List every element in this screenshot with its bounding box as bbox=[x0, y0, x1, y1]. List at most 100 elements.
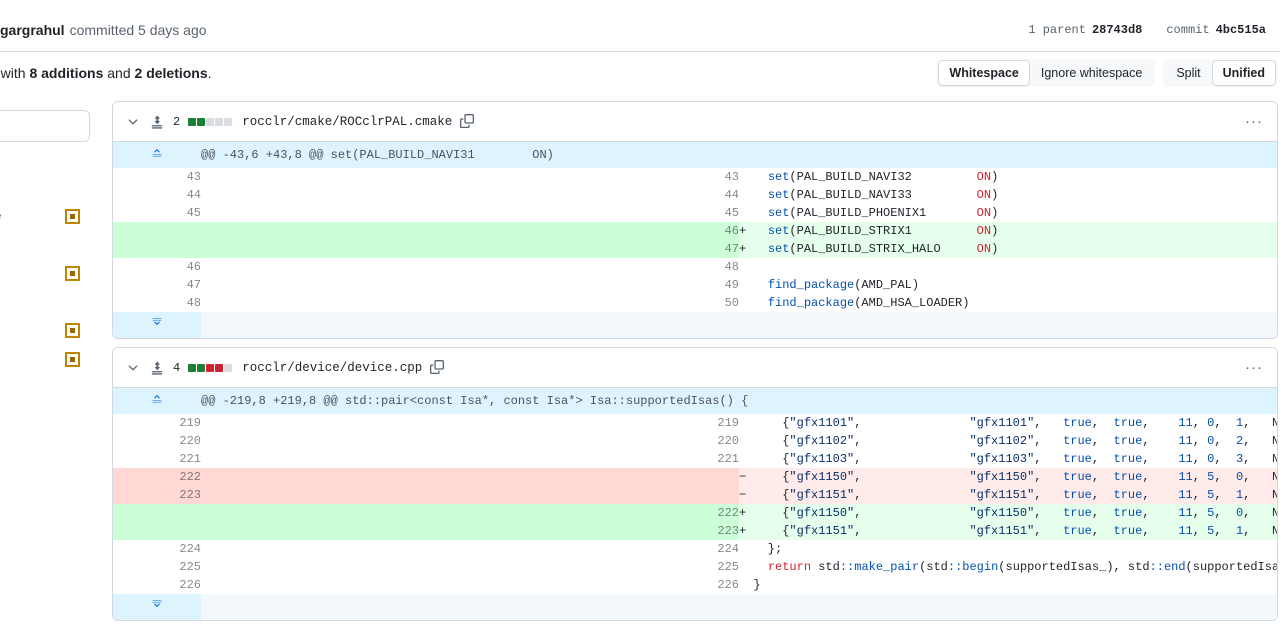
diff-line-row[interactable]: 221 221 {"gfx1103", "gfx1103", true, true… bbox=[113, 450, 1277, 468]
split-view-button[interactable]: Split bbox=[1165, 60, 1211, 87]
expand-down-icon[interactable] bbox=[113, 312, 201, 338]
old-line-number[interactable]: 46 bbox=[113, 258, 201, 276]
annotation-marker-1[interactable] bbox=[65, 209, 80, 224]
diff-line-row[interactable]: 222 − {"gfx1150", "gfx1150", true, true, … bbox=[113, 468, 1277, 486]
new-line-number[interactable]: 48 bbox=[201, 258, 739, 276]
commit-sha[interactable]: 4bc515a bbox=[1216, 23, 1266, 37]
diff-line-code[interactable]: }; bbox=[739, 540, 1277, 558]
diff-line-row[interactable]: 224 224 }; bbox=[113, 540, 1277, 558]
old-line-number[interactable]: 225 bbox=[113, 558, 201, 576]
new-line-number[interactable]: 223 bbox=[201, 522, 739, 540]
new-line-number[interactable]: 220 bbox=[201, 432, 739, 450]
diff-line-code[interactable]: − {"gfx1151", "gfx1151", true, true, 11,… bbox=[739, 486, 1277, 504]
old-line-number[interactable]: 44 bbox=[113, 186, 201, 204]
whitespace-button[interactable]: Whitespace bbox=[938, 59, 1030, 87]
new-line-number[interactable]: 221 bbox=[201, 450, 739, 468]
old-line-number[interactable]: 226 bbox=[113, 576, 201, 594]
parent-sha[interactable]: 28743d8 bbox=[1092, 23, 1142, 37]
chevron-down-icon[interactable] bbox=[125, 360, 141, 376]
file-path[interactable]: rocclr/cmake/ROCclrPAL.cmake bbox=[242, 115, 452, 129]
file-options-kebab-icon[interactable]: ··· bbox=[1241, 355, 1267, 381]
old-line-number[interactable]: 222 bbox=[113, 468, 201, 486]
diff-line-code[interactable]: set(PAL_BUILD_NAVI32 ON) bbox=[739, 168, 1277, 186]
new-line-number[interactable]: 44 bbox=[201, 186, 739, 204]
diff-line-marker bbox=[739, 206, 753, 220]
old-line-number[interactable]: 43 bbox=[113, 168, 201, 186]
chevron-down-icon[interactable] bbox=[125, 114, 141, 130]
new-line-number[interactable] bbox=[201, 468, 739, 486]
unified-view-button[interactable]: Unified bbox=[1211, 59, 1276, 87]
diff-line-code[interactable]: + set(PAL_BUILD_STRIX_HALO ON) bbox=[739, 240, 1277, 258]
diff-line-code[interactable] bbox=[739, 258, 1277, 276]
diff-line-row[interactable]: 43 43 set(PAL_BUILD_NAVI32 ON) bbox=[113, 168, 1277, 186]
old-line-number[interactable]: 220 bbox=[113, 432, 201, 450]
new-line-number[interactable]: 222 bbox=[201, 504, 739, 522]
diff-line-marker bbox=[739, 260, 753, 274]
diff-line-row[interactable]: 226 226 } bbox=[113, 576, 1277, 594]
diff-line-code[interactable]: find_package(AMD_HSA_LOADER) bbox=[739, 294, 1277, 312]
new-line-number[interactable]: 225 bbox=[201, 558, 739, 576]
old-line-number[interactable] bbox=[113, 240, 201, 258]
expand-down-icon[interactable] bbox=[113, 594, 201, 620]
diff-line-row[interactable]: 44 44 set(PAL_BUILD_NAVI33 ON) bbox=[113, 186, 1277, 204]
old-line-number[interactable]: 45 bbox=[113, 204, 201, 222]
diff-line-row[interactable]: 223 + {"gfx1151", "gfx1151", true, true, … bbox=[113, 522, 1277, 540]
diff-line-row[interactable]: 47 + set(PAL_BUILD_STRIX_HALO ON) bbox=[113, 240, 1277, 258]
file-options-kebab-icon[interactable]: ··· bbox=[1241, 109, 1267, 135]
expand-all-icon[interactable] bbox=[149, 360, 165, 376]
diff-line-row[interactable]: 225 225 return std::make_pair(std::begin(… bbox=[113, 558, 1277, 576]
diff-line-row[interactable]: 46 48 bbox=[113, 258, 1277, 276]
diff-line-code[interactable]: {"gfx1103", "gfx1103", true, true, 11, 0… bbox=[739, 450, 1277, 468]
diff-line-row[interactable]: 220 220 {"gfx1102", "gfx1102", true, true… bbox=[113, 432, 1277, 450]
diff-line-code[interactable]: {"gfx1101", "gfx1101", true, true, 11, 0… bbox=[739, 414, 1277, 432]
diff-line-code[interactable]: return std::make_pair(std::begin(support… bbox=[739, 558, 1277, 576]
diff-line-row[interactable]: 47 49 find_package(AMD_PAL) bbox=[113, 276, 1277, 294]
diff-line-row[interactable]: 222 + {"gfx1150", "gfx1150", true, true, … bbox=[113, 504, 1277, 522]
diff-line-code[interactable]: + {"gfx1150", "gfx1150", true, true, 11,… bbox=[739, 504, 1277, 522]
expand-up-icon[interactable] bbox=[113, 142, 201, 168]
old-line-number[interactable]: 224 bbox=[113, 540, 201, 558]
old-line-number[interactable] bbox=[113, 504, 201, 522]
new-line-number[interactable]: 49 bbox=[201, 276, 739, 294]
diff-line-code[interactable]: set(PAL_BUILD_NAVI33 ON) bbox=[739, 186, 1277, 204]
diff-line-code[interactable]: − {"gfx1150", "gfx1150", true, true, 11,… bbox=[739, 468, 1277, 486]
annotation-marker-4[interactable] bbox=[65, 352, 80, 367]
diff-line-code[interactable]: find_package(AMD_PAL) bbox=[739, 276, 1277, 294]
old-line-number[interactable]: 219 bbox=[113, 414, 201, 432]
new-line-number[interactable]: 43 bbox=[201, 168, 739, 186]
annotation-marker-2[interactable] bbox=[65, 266, 80, 281]
old-line-number[interactable]: 47 bbox=[113, 276, 201, 294]
file-path[interactable]: rocclr/device/device.cpp bbox=[242, 361, 422, 375]
commit-author-name[interactable]: gargrahul bbox=[0, 22, 65, 38]
diff-line-code[interactable]: } bbox=[739, 576, 1277, 594]
copy-path-icon[interactable] bbox=[430, 359, 446, 376]
old-line-number[interactable]: 223 bbox=[113, 486, 201, 504]
ignore-whitespace-button[interactable]: Ignore whitespace bbox=[1030, 60, 1153, 87]
diff-line-row[interactable]: 219 219 {"gfx1101", "gfx1101", true, true… bbox=[113, 414, 1277, 432]
new-line-number[interactable]: 47 bbox=[201, 240, 739, 258]
diff-line-code[interactable]: {"gfx1102", "gfx1102", true, true, 11, 0… bbox=[739, 432, 1277, 450]
diff-line-row[interactable]: 223 − {"gfx1151", "gfx1151", true, true, … bbox=[113, 486, 1277, 504]
diff-line-row[interactable]: 48 50 find_package(AMD_HSA_LOADER) bbox=[113, 294, 1277, 312]
diff-line-row[interactable]: 46 + set(PAL_BUILD_STRIX1 ON) bbox=[113, 222, 1277, 240]
diff-line-row[interactable]: 45 45 set(PAL_BUILD_PHOENIX1 ON) bbox=[113, 204, 1277, 222]
new-line-number[interactable]: 219 bbox=[201, 414, 739, 432]
expand-all-icon[interactable] bbox=[149, 114, 165, 130]
left-panel-input-stub[interactable] bbox=[0, 110, 90, 142]
new-line-number[interactable]: 226 bbox=[201, 576, 739, 594]
old-line-number[interactable] bbox=[113, 522, 201, 540]
new-line-number[interactable]: 46 bbox=[201, 222, 739, 240]
copy-path-icon[interactable] bbox=[460, 113, 476, 130]
old-line-number[interactable] bbox=[113, 222, 201, 240]
new-line-number[interactable]: 50 bbox=[201, 294, 739, 312]
new-line-number[interactable]: 224 bbox=[201, 540, 739, 558]
old-line-number[interactable]: 221 bbox=[113, 450, 201, 468]
diff-line-code[interactable]: + set(PAL_BUILD_STRIX1 ON) bbox=[739, 222, 1277, 240]
annotation-marker-3[interactable] bbox=[65, 323, 80, 338]
new-line-number[interactable]: 45 bbox=[201, 204, 739, 222]
new-line-number[interactable] bbox=[201, 486, 739, 504]
diff-line-code[interactable]: set(PAL_BUILD_PHOENIX1 ON) bbox=[739, 204, 1277, 222]
old-line-number[interactable]: 48 bbox=[113, 294, 201, 312]
expand-up-icon[interactable] bbox=[113, 388, 201, 414]
diff-line-code[interactable]: + {"gfx1151", "gfx1151", true, true, 11,… bbox=[739, 522, 1277, 540]
